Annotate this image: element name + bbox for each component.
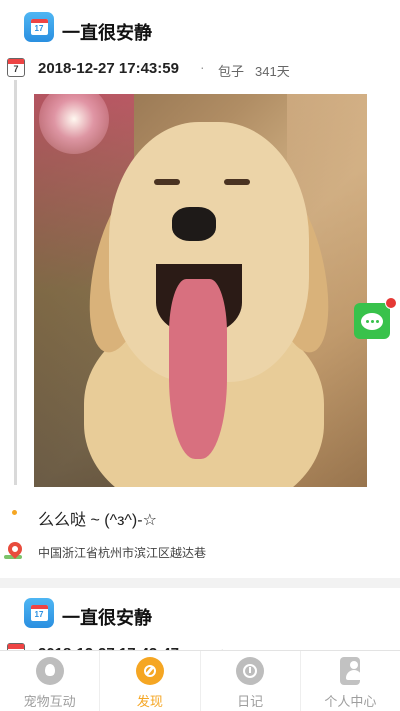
tab-label: 日记 (237, 694, 264, 709)
pet-days: 341天 (255, 64, 290, 79)
caption-row: 么么哒 ~ (^з^)-☆ (0, 500, 400, 530)
tab-pet-interaction[interactable]: 宠物互动 (0, 651, 99, 711)
tab-label: 发现 (136, 694, 163, 709)
pet-icon (35, 657, 64, 685)
bullet-dot-icon (12, 510, 17, 515)
separator-dot: · (200, 59, 205, 75)
user-avatar[interactable]: 17 (24, 12, 54, 42)
calendar-avatar-icon: 17 (30, 605, 48, 621)
post-card[interactable]: 17 一直很安静 7 2018-12-27 17:43:47 包子 341天 (0, 585, 400, 655)
tab-label: 宠物互动 (23, 694, 76, 709)
clock-icon (236, 657, 265, 685)
chat-bubble-icon (361, 312, 383, 330)
tab-label: 个人中心 (324, 694, 377, 709)
tab-discover[interactable]: 发现 (99, 651, 199, 711)
location-row: 中国浙江省杭州市滨江区越达巷 (0, 538, 400, 564)
post-meta: 7 2018-12-27 17:43:59 · 包子 341天 (0, 55, 400, 81)
post-datetime: 2018-12-27 17:43:59 (38, 60, 179, 77)
calendar-icon: 7 (7, 58, 25, 77)
pet-name: 包子 (218, 64, 245, 79)
post-caption: 么么哒 ~ (^з^)-☆ (38, 512, 157, 529)
post-photo[interactable] (34, 94, 367, 487)
user-avatar[interactable]: 17 (24, 598, 54, 628)
chat-button[interactable] (354, 303, 390, 339)
calendar-avatar-icon: 17 (30, 19, 48, 35)
timeline-line (14, 80, 17, 485)
bottom-tab-bar: 宠物互动 发现 日记 个人中心 (0, 650, 400, 711)
username[interactable]: 一直很安静 (62, 19, 152, 45)
person-icon (340, 657, 363, 685)
tab-profile[interactable]: 个人中心 (299, 651, 400, 711)
username[interactable]: 一直很安静 (62, 604, 152, 630)
post-header: 17 一直很安静 (0, 0, 400, 60)
compass-icon (135, 657, 164, 685)
chat-badge (385, 297, 397, 309)
post-card[interactable]: 17 一直很安静 7 2018-12-27 17:43:59 · 包子 341天… (0, 0, 400, 560)
feed: 17 一直很安静 7 2018-12-27 17:43:59 · 包子 341天… (0, 0, 400, 655)
post-location: 中国浙江省杭州市滨江区越达巷 (38, 546, 207, 560)
tab-diary[interactable]: 日记 (199, 651, 300, 711)
